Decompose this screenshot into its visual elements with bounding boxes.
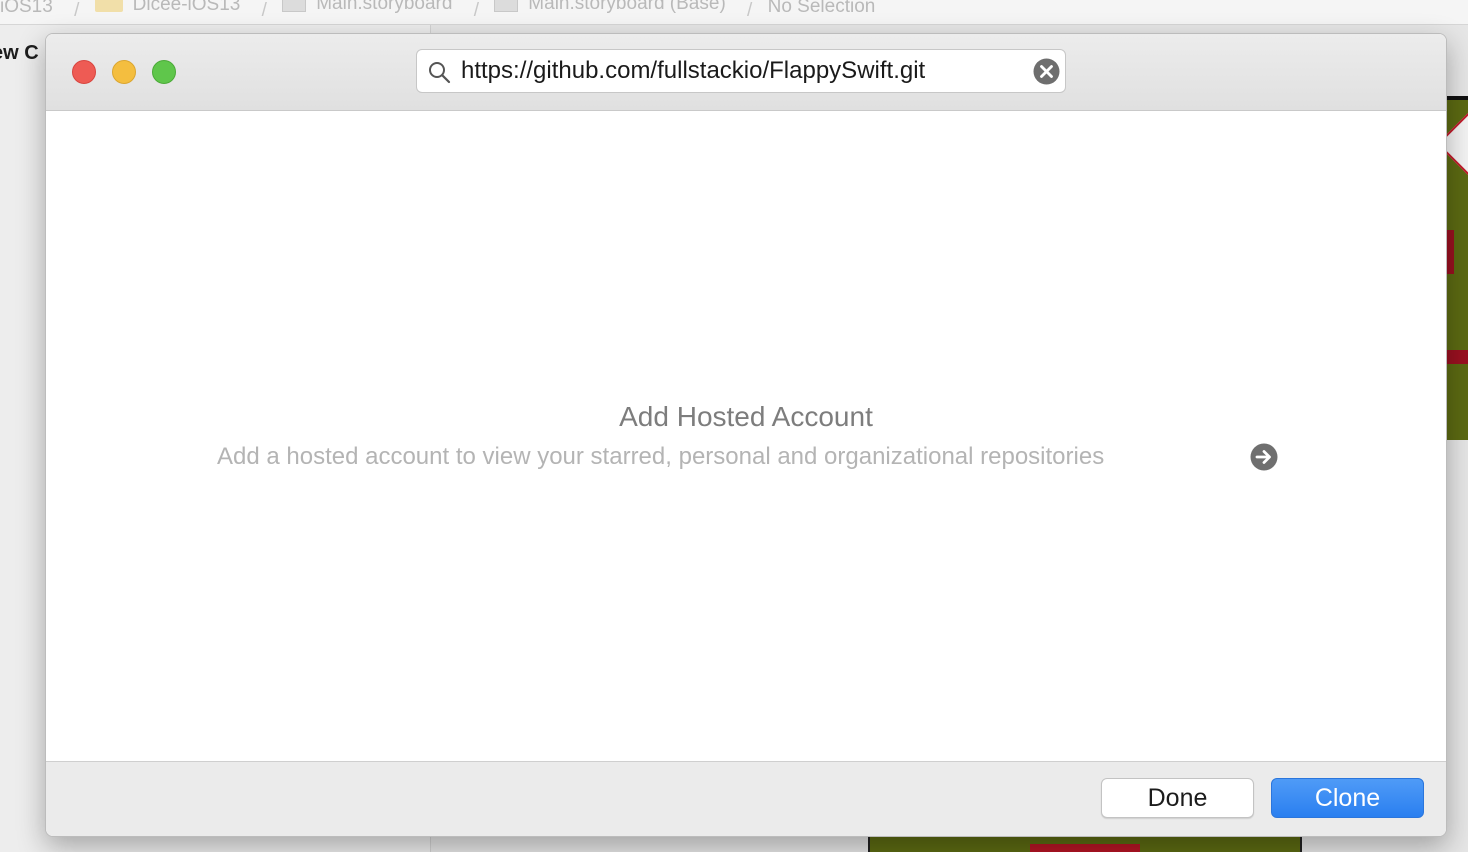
search-icon xyxy=(429,62,451,84)
path-separator: / xyxy=(747,0,753,21)
repository-search-field[interactable] xyxy=(416,49,1066,93)
folder-icon xyxy=(94,0,123,12)
close-window-button[interactable] xyxy=(72,60,96,84)
path-separator: / xyxy=(473,0,480,21)
storyboard-preview-bottom xyxy=(868,836,1302,852)
outline-panel-title: ew C xyxy=(0,42,39,64)
path-crumb[interactable]: Main.storyboard (Base) xyxy=(494,0,726,13)
add-account-arrow-icon[interactable] xyxy=(1250,443,1278,471)
path-crumb[interactable]: Dicee-iOS13 xyxy=(94,0,240,14)
dialog-footer: Done Clone xyxy=(46,761,1446,836)
done-button[interactable]: Done xyxy=(1101,778,1254,818)
storyboard-file-icon xyxy=(494,0,519,12)
path-separator: / xyxy=(261,0,267,21)
zoom-window-button[interactable] xyxy=(152,60,176,84)
roll-button-preview xyxy=(1446,350,1468,364)
clone-button[interactable]: Clone xyxy=(1271,778,1424,818)
dialog-titlebar xyxy=(46,34,1446,111)
empty-state-title: Add Hosted Account xyxy=(619,401,873,432)
xcode-path-bar: iOS13 / Dicee-iOS13 / Main.storyboard / … xyxy=(0,0,1468,25)
repository-list-area: Add Hosted Account Add a hosted account … xyxy=(46,111,1446,761)
storyboard-file-icon xyxy=(282,0,307,12)
path-crumb[interactable]: Main.storyboard xyxy=(282,0,452,13)
path-crumb[interactable]: No Selection xyxy=(768,0,876,16)
minimize-window-button[interactable] xyxy=(112,60,136,84)
repository-url-input[interactable] xyxy=(461,54,1021,88)
path-separator: / xyxy=(74,0,80,21)
storyboard-decoration xyxy=(1030,844,1140,852)
empty-state-subtitle: Add a hosted account to view your starre… xyxy=(217,443,1105,470)
clone-repository-dialog: Add Hosted Account Add a hosted account … xyxy=(45,33,1447,837)
clear-search-icon[interactable] xyxy=(1033,58,1060,85)
path-crumb[interactable]: iOS13 xyxy=(0,0,53,16)
